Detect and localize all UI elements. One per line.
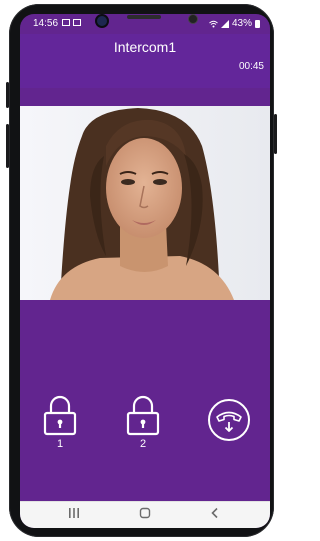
proximity-sensor: [188, 14, 198, 24]
back-icon: [211, 507, 218, 519]
image-icon: [73, 19, 81, 26]
hangup-phone-icon: [208, 399, 250, 441]
front-camera: [95, 14, 109, 28]
lock-2-label: 2: [139, 438, 147, 450]
lock-1-label: 1: [56, 438, 64, 450]
unlock-door-2-button[interactable]: 2: [125, 394, 161, 450]
battery-icon: [255, 19, 260, 28]
call-timer: 00:45: [238, 61, 264, 72]
wifi-icon: [209, 20, 218, 27]
status-right-icons: 43%: [209, 18, 260, 29]
home-icon: [139, 507, 151, 519]
home-button[interactable]: [139, 507, 151, 522]
battery-percent: 43%: [231, 18, 252, 29]
earpiece-speaker: [127, 15, 161, 19]
app-header: Intercom1 00:45: [20, 34, 270, 88]
video-feed: [20, 106, 270, 300]
power-button: [274, 114, 277, 154]
recents-icon: [69, 508, 79, 518]
status-time: 14:56: [33, 18, 59, 29]
lock-icon: [126, 395, 160, 436]
unlock-door-1-button[interactable]: 1: [42, 394, 78, 450]
volume-button: [6, 82, 9, 108]
phone-screen: 14:56 43% Intercom1 00:45 1 2: [20, 14, 270, 528]
bixby-button: [6, 124, 9, 168]
signal-icon: [220, 19, 229, 28]
status-bar: 14:56 43%: [20, 14, 270, 34]
notification-icon: [62, 19, 70, 26]
android-nav-bar: [20, 501, 270, 528]
status-notification-icons: [62, 19, 81, 26]
lock-icon: [43, 395, 77, 436]
video-frame-image: [20, 106, 270, 300]
page-title: Intercom1: [113, 39, 177, 55]
back-button[interactable]: [209, 507, 221, 522]
call-controls: 1 2: [20, 300, 270, 500]
hangup-button[interactable]: [207, 398, 251, 442]
recents-button[interactable]: [68, 507, 80, 522]
